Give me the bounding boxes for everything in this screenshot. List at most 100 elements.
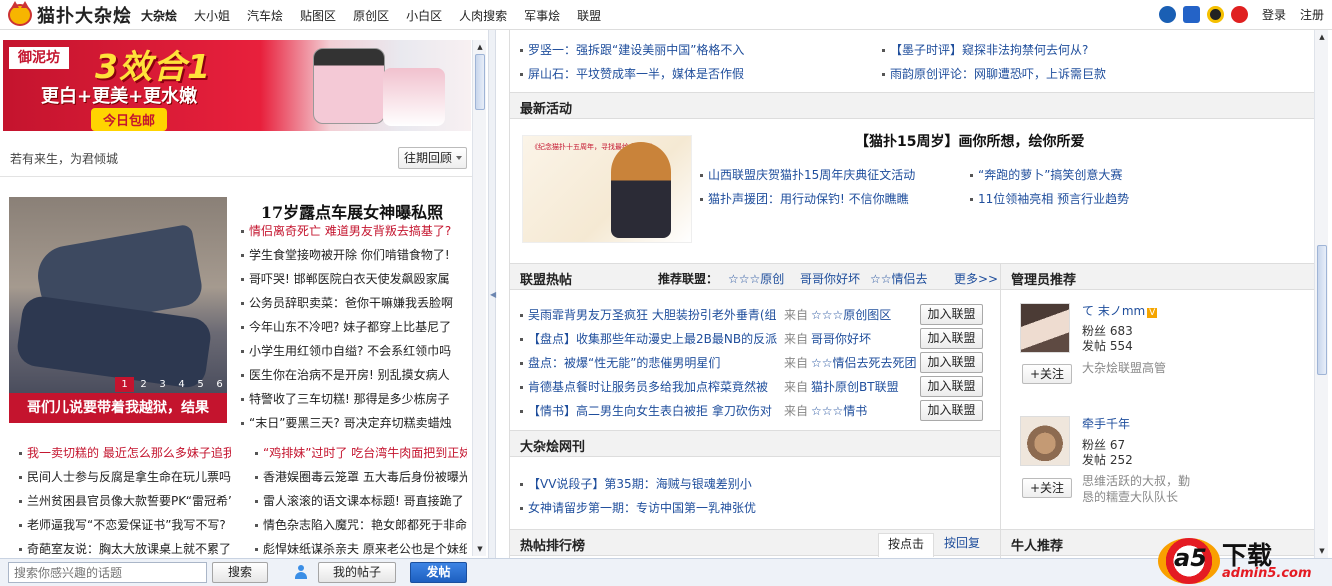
nav-item-lianmeng[interactable]: 联盟 <box>577 7 601 24</box>
search-input[interactable] <box>8 562 207 583</box>
list-item[interactable]: 我一卖切糕的 最近怎么那么多妹子追我 <box>19 441 231 465</box>
join-alliance-button[interactable]: 加入联盟 <box>920 352 983 373</box>
list-item[interactable]: 雷人滚滚的语文课本标题! 哥直接跪了 <box>255 489 467 513</box>
list-item[interactable]: 11位领袖亮相 预言行业趋势 <box>970 187 1210 211</box>
avatar[interactable] <box>1020 303 1070 353</box>
slideshow[interactable]: 1 2 3 4 5 6 哥们儿说要带着我越狱，结果 <box>9 197 227 423</box>
slide-dot[interactable]: 5 <box>191 377 210 392</box>
list-item[interactable]: 山西联盟庆贺猫扑15周年庆典征文活动 <box>700 163 960 187</box>
list-item[interactable]: 民间人士参与反腐是拿生命在玩儿票吗 <box>19 465 231 489</box>
list-item[interactable]: 医生你在治病不是开房! 别乱摸女病人 <box>241 363 467 387</box>
follow-button[interactable]: +关注 <box>1022 364 1072 384</box>
slide-dot[interactable]: 2 <box>134 377 153 392</box>
collapse-arrow-icon[interactable]: ◀ <box>490 290 496 299</box>
list-item[interactable]: 雨韵原创评论：网聊遭恐吓，上诉需巨款 <box>882 62 1212 86</box>
ad-banner[interactable]: 御泥坊 3效合1 更白+更美+更水嫩 今日包邮 <box>3 40 471 131</box>
alliance-name-link[interactable]: ☆☆☆情书 <box>811 399 919 423</box>
list-item[interactable]: “末日”要黑三天? 哥决定弃切糕卖蜡烛 <box>241 411 467 435</box>
alliance-post-title[interactable]: 【盘点】收集那些年动漫史上最2B最NB的反派 <box>520 327 782 351</box>
list-item[interactable]: 【墨子时评】窥探非法拘禁何去何从? <box>882 38 1212 62</box>
alliance-name-link[interactable]: ☆☆☆原创图区 <box>811 303 919 327</box>
join-alliance-button[interactable]: 加入联盟 <box>920 376 983 397</box>
alliance-name-link[interactable]: 哥哥你好坏 <box>811 327 919 351</box>
nav-item-tietu[interactable]: 贴图区 <box>300 7 336 24</box>
pane-splitter[interactable]: ◀ <box>488 30 496 558</box>
slide-dot[interactable]: 4 <box>172 377 191 392</box>
qq-penguin-icon[interactable] <box>1206 6 1224 23</box>
list-item[interactable]: “鸡排妹”过时了 吃台湾牛肉面把到正妹 <box>255 441 467 465</box>
rec-alliance-2[interactable]: 哥哥你好坏 <box>800 270 860 287</box>
list-item[interactable]: 情色杂志陷入魔咒：艳女郎都死于非命 <box>255 513 467 537</box>
list-item[interactable]: 猫扑声援团：用行动保钓! 不信你瞧瞧 <box>700 187 960 211</box>
alliance-name-link[interactable]: 猫扑原创BT联盟 <box>811 375 919 399</box>
nav-item-junshi[interactable]: 军事烩 <box>524 7 560 24</box>
list-item[interactable]: 屏山石：平坟赞成率一半，媒体是否作假 <box>520 62 860 86</box>
register-link[interactable]: 注册 <box>1300 6 1324 23</box>
alliance-post-title[interactable]: 吴雨霏背男友万圣疯狂 大胆装扮引老外垂青(组 <box>520 303 782 327</box>
avatar[interactable] <box>1020 416 1070 466</box>
list-item[interactable]: “奔跑的萝卜”搞笑创意大赛 <box>970 163 1210 187</box>
list-item[interactable]: 【VV说段子】第35期：海贼与银魂差别小 <box>520 472 990 496</box>
list-item[interactable]: 兰州贫困县官员像大款誓要PK“雷冠希” <box>19 489 231 513</box>
more-link[interactable]: 更多>> <box>954 270 998 287</box>
admin-user-name[interactable]: 牵手千年 <box>1082 415 1130 432</box>
left-scrollbar-thumb[interactable] <box>475 54 485 110</box>
scroll-up-icon[interactable]: ▲ <box>475 42 485 52</box>
past-issues-dropdown[interactable]: 往期回顾 <box>398 147 467 169</box>
new-post-button[interactable]: 发帖 <box>410 562 467 583</box>
alliance-name-link[interactable]: ☆☆情侣去死去死团 <box>811 351 919 375</box>
join-alliance-button[interactable]: 加入联盟 <box>920 328 983 349</box>
list-item[interactable]: 学生食堂接吻被开除 你们啃错食物了! <box>241 243 467 267</box>
tab-by-reply[interactable]: 按回复 <box>942 533 982 553</box>
motto-text: 若有来生，为君倾城 <box>10 152 119 166</box>
list-item[interactable]: 香港娱圈毒云笼罩 五大毒后身份被曝光 <box>255 465 467 489</box>
alliance-post-title[interactable]: 肯德基点餐时让服务员多给我加点榨菜竟然被 <box>520 375 782 399</box>
nav-item-daxiaojie[interactable]: 大小姐 <box>194 7 230 24</box>
my-posts-button[interactable]: 我的帖子 <box>318 562 396 583</box>
list-item[interactable]: 公务员辞职卖菜：爸你干嘛嫌我丢脸啊 <box>241 291 467 315</box>
list-item[interactable]: 女神请留步第一期：专访中国第一乳神张优 <box>520 496 990 520</box>
activity-title[interactable]: 【猫扑15周岁】画你所想，绘你所爱 <box>855 131 1084 151</box>
nav-item-renrou[interactable]: 人肉搜索 <box>459 7 507 24</box>
baidu-paw-icon[interactable] <box>1182 6 1200 23</box>
activity-image[interactable]: 《纪念猫扑十五周年，寻找最给力的猫》 <box>522 135 692 243</box>
slide-dot[interactable]: 3 <box>153 377 172 392</box>
list-item[interactable]: 罗竖一：强拆跟“建设美丽中国”格格不入 <box>520 38 860 62</box>
slide-caption[interactable]: 哥们儿说要带着我越狱，结果 <box>9 393 227 423</box>
right-scrollbar[interactable]: ▲ ▼ <box>1314 30 1328 558</box>
account-a-icon[interactable] <box>1158 6 1176 23</box>
nav-item-qichehui[interactable]: 汽车烩 <box>247 7 283 24</box>
login-link[interactable]: 登录 <box>1262 6 1286 23</box>
alliance-post-title[interactable]: 【情书】高二男生向女生表白被拒 拿刀砍伤对 <box>520 399 782 423</box>
magazine-heading: 大杂烩网刊 <box>520 440 586 455</box>
scroll-up-icon[interactable]: ▲ <box>1317 32 1327 42</box>
rec-alliance-1[interactable]: ☆☆☆原创 <box>728 270 784 287</box>
nav-item-yuanchuang[interactable]: 原创区 <box>353 7 389 24</box>
list-item[interactable]: 老师逼我写“不恋爱保证书”我写不写? <box>19 513 231 537</box>
right-scrollbar-thumb[interactable] <box>1317 245 1327 375</box>
follow-button[interactable]: +关注 <box>1022 478 1072 498</box>
list-item[interactable]: 情侣离奇死亡 难道男友背叛去搞基了? <box>241 219 467 243</box>
tab-by-click[interactable]: 按点击 <box>878 533 934 557</box>
weibo-icon[interactable] <box>1230 6 1248 23</box>
search-button[interactable]: 搜索 <box>212 562 268 583</box>
list-item[interactable]: 奇葩室友说：胸太大放课桌上就不累了 <box>19 537 231 558</box>
left-scrollbar[interactable]: ▲ ▼ <box>472 40 486 556</box>
scroll-down-icon[interactable]: ▼ <box>475 544 485 554</box>
join-alliance-button[interactable]: 加入联盟 <box>920 304 983 325</box>
nav-item-xiaobai[interactable]: 小白区 <box>406 7 442 24</box>
admin-section-header: 管理员推荐 <box>1001 263 1314 290</box>
slide-dot[interactable]: 1 <box>115 377 134 392</box>
list-item[interactable]: 特警收了三车切糕! 那得是多少栋房子 <box>241 387 467 411</box>
join-alliance-button[interactable]: 加入联盟 <box>920 400 983 421</box>
site-logo[interactable]: 猫扑大杂烩 <box>8 1 132 27</box>
nav-item-dazahui[interactable]: 大杂烩 <box>141 7 177 24</box>
list-item[interactable]: 哥吓哭! 邯郸医院白衣天使发飙殴家属 <box>241 267 467 291</box>
list-item[interactable]: 彪悍妹纸谋杀亲夫 原来老公也是个妹纸 <box>255 537 467 558</box>
rec-alliance-3[interactable]: ☆☆情侣去 <box>870 270 928 287</box>
list-item[interactable]: 今年山东不冷吧? 妹子都穿上比基尼了 <box>241 315 467 339</box>
alliance-post-title[interactable]: 盘点：被爆“性无能”的悲催男明星们 <box>520 351 782 375</box>
slide-dot[interactable]: 6 <box>210 377 227 392</box>
list-item[interactable]: 小学生用红领巾自缢? 不会系红领巾吗 <box>241 339 467 363</box>
admin-user-name[interactable]: て 末ノmm V <box>1082 302 1158 319</box>
